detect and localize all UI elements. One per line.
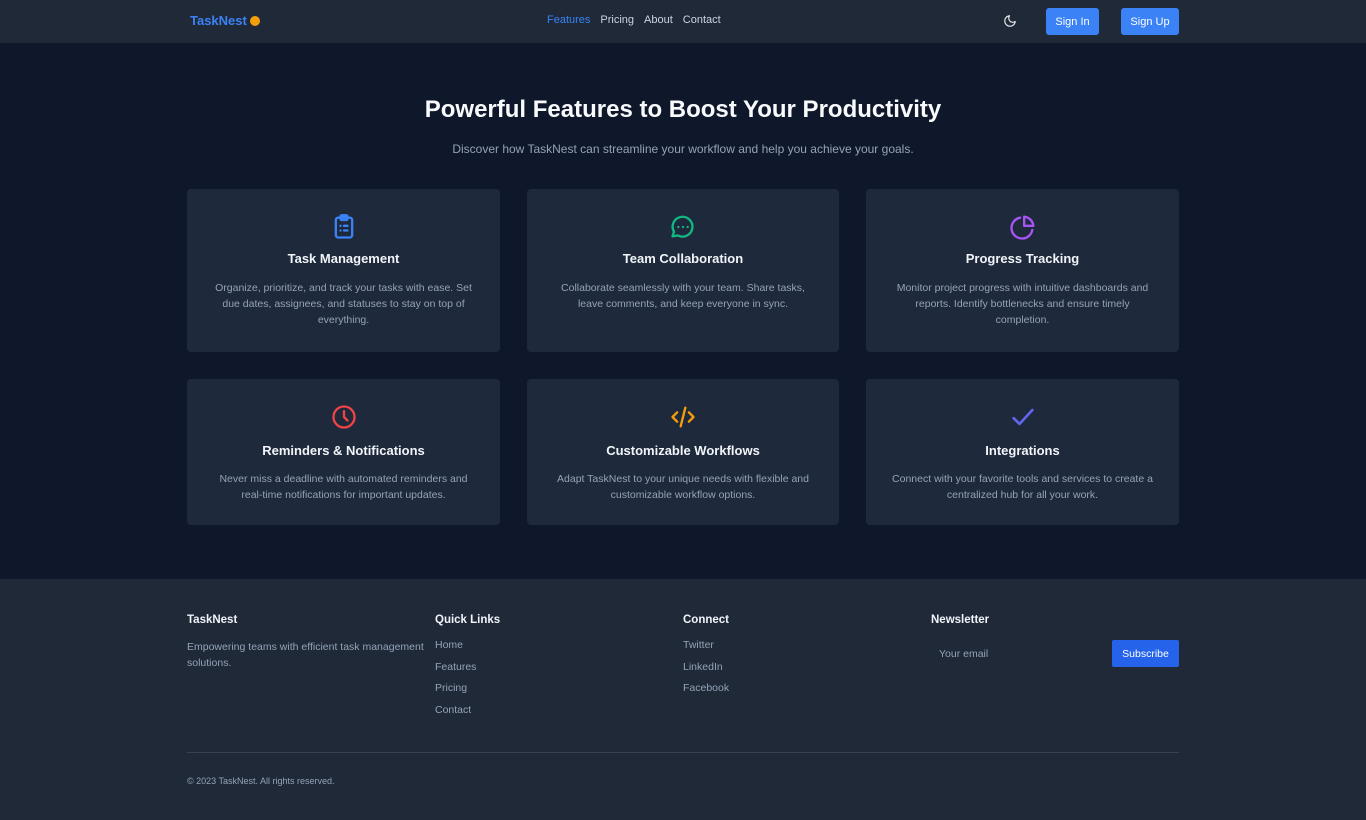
top-navbar: TaskNest Features Pricing About Contact … bbox=[0, 0, 1366, 43]
clipboard-icon bbox=[334, 214, 353, 239]
sign-in-button[interactable]: Sign In bbox=[1046, 8, 1099, 35]
feature-card-team-collaboration: Team Collaboration Collaborate seamlessl… bbox=[527, 189, 839, 352]
feature-description: Organize, prioritize, and track your tas… bbox=[215, 282, 472, 326]
feature-description: Never miss a deadline with automated rem… bbox=[219, 473, 468, 501]
feature-card-workflows: Customizable Workflows Adapt TaskNest to… bbox=[527, 379, 839, 525]
feature-title: Team Collaboration bbox=[622, 251, 744, 266]
footer-quick-links: Quick Links Home Features Pricing Contac… bbox=[435, 614, 500, 725]
feature-title: Task Management bbox=[287, 251, 400, 266]
footer-link-features[interactable]: Features bbox=[435, 661, 500, 675]
copyright: © 2023 TaskNest. All rights reserved. bbox=[187, 776, 335, 786]
footer-link-contact[interactable]: Contact bbox=[435, 704, 500, 718]
check-icon bbox=[1011, 408, 1034, 426]
footer: TaskNest Empowering teams with efficient… bbox=[0, 579, 1366, 820]
brand-name[interactable]: TaskNest bbox=[190, 13, 247, 28]
newsletter-form: Subscribe bbox=[931, 640, 1179, 667]
feature-description: Adapt TaskNest to your unique needs with… bbox=[557, 473, 809, 501]
moon-icon[interactable] bbox=[1003, 14, 1017, 28]
nav-link-pricing[interactable]: Pricing bbox=[600, 14, 634, 26]
footer-link-pricing[interactable]: Pricing bbox=[435, 682, 500, 696]
footer-newsletter-title: Newsletter bbox=[931, 614, 990, 626]
subscribe-button[interactable]: Subscribe bbox=[1112, 640, 1179, 667]
footer-divider bbox=[187, 752, 1179, 753]
footer-link-twitter[interactable]: Twitter bbox=[683, 639, 729, 653]
sign-up-button[interactable]: Sign Up bbox=[1121, 8, 1179, 35]
newsletter-email-input[interactable] bbox=[931, 640, 1112, 667]
feature-card-reminders: Reminders & Notifications Never miss a d… bbox=[187, 379, 500, 525]
code-icon bbox=[671, 406, 695, 428]
feature-description: Connect with your favorite tools and ser… bbox=[892, 473, 1153, 501]
nav-links: Features Pricing About Contact bbox=[547, 14, 721, 26]
page-subtitle: Discover how TaskNest can streamline you… bbox=[452, 142, 914, 156]
feature-card-task-management: Task Management Organize, prioritize, an… bbox=[187, 189, 500, 352]
chat-icon bbox=[671, 215, 694, 238]
feature-description: Collaborate seamlessly with your team. S… bbox=[561, 282, 805, 310]
nav-link-about[interactable]: About bbox=[644, 14, 673, 26]
feature-card-progress-tracking: Progress Tracking Monitor project progre… bbox=[866, 189, 1179, 352]
footer-about: TaskNest Empowering teams with efficient… bbox=[187, 614, 435, 671]
footer-link-home[interactable]: Home bbox=[435, 639, 500, 653]
footer-newsletter: Newsletter bbox=[931, 614, 989, 639]
feature-title: Reminders & Notifications bbox=[262, 443, 425, 458]
footer-connect: Connect Twitter LinkedIn Facebook bbox=[683, 614, 729, 704]
nav-link-features[interactable]: Features bbox=[547, 14, 590, 26]
feature-title: Customizable Workflows bbox=[606, 443, 760, 458]
footer-brand: TaskNest bbox=[187, 614, 238, 626]
footer-link-linkedin[interactable]: LinkedIn bbox=[683, 661, 729, 675]
feature-title: Integrations bbox=[985, 443, 1060, 458]
pie-chart-icon bbox=[1009, 215, 1035, 240]
footer-connect-title: Connect bbox=[683, 614, 729, 626]
feature-card-integrations: Integrations Connect with your favorite … bbox=[866, 379, 1179, 525]
footer-tagline: Empowering teams with efficient task man… bbox=[187, 641, 424, 669]
brand-logo[interactable]: TaskNest bbox=[190, 13, 260, 28]
footer-quick-links-title: Quick Links bbox=[435, 614, 501, 626]
feature-title: Progress Tracking bbox=[965, 251, 1080, 266]
clock-icon bbox=[331, 405, 356, 429]
page-title: Powerful Features to Boost Your Producti… bbox=[424, 96, 942, 123]
footer-link-facebook[interactable]: Facebook bbox=[683, 682, 729, 696]
brand-dot-icon bbox=[249, 15, 260, 26]
feature-description: Monitor project progress with intuitive … bbox=[896, 282, 1149, 326]
nav-link-contact[interactable]: Contact bbox=[683, 14, 721, 26]
